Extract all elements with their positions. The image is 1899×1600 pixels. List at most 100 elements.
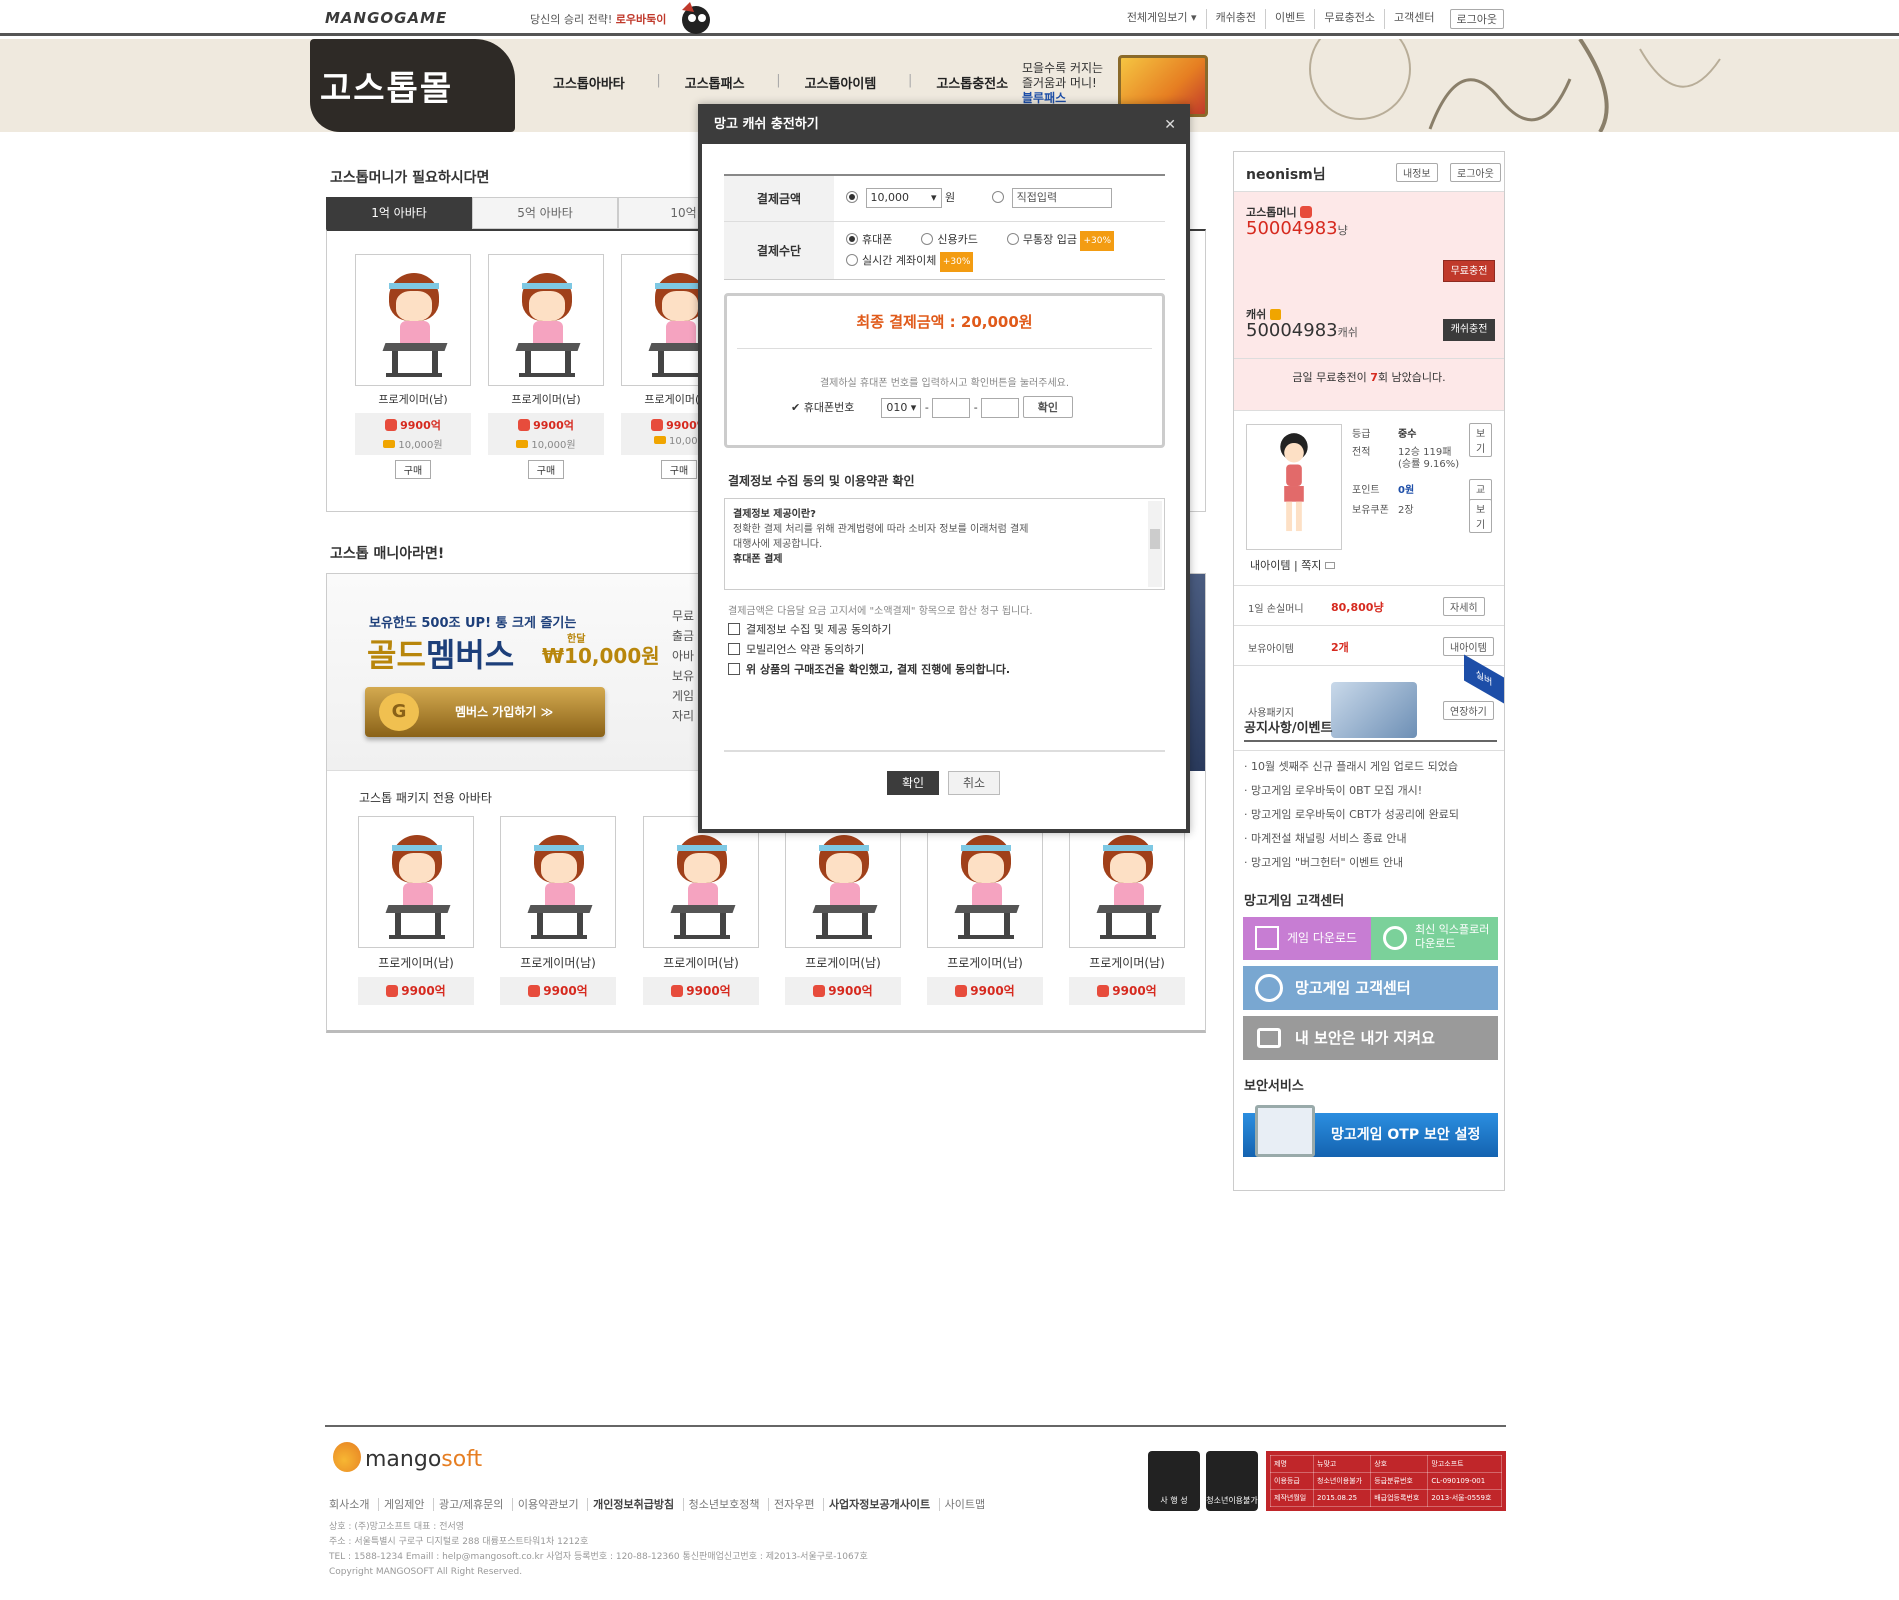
notice-item[interactable]: · 10월 셋째주 신규 플래시 게임 업로드 되었습 [1244,755,1459,779]
footer-link[interactable]: 이용약관보기 [511,1498,584,1511]
amount-select[interactable]: 10,000 ▾ [865,188,942,208]
footer-link[interactable]: 게임제안 [377,1498,430,1511]
blue-pass-ad[interactable]: 모을수록 커지는 즐거움과 머니! 블루패스 [1022,61,1103,106]
footer-link[interactable]: 청소년보호정책 [682,1498,765,1511]
phone-confirm-button[interactable]: 확인 [1022,396,1074,418]
my-items-button[interactable]: 내아이템 [1443,637,1494,656]
explorer-download-button[interactable]: 최신 익스플로러 다운로드 [1371,917,1498,960]
gold-benefits-list: 무료 출금 아바 보유 게임 자리 [672,609,695,723]
nav-gostop-pass[interactable]: 고스톱패스 [685,73,781,92]
promo-text[interactable]: 당신의 승리 전략! 로우바둑이 [530,11,666,27]
footer-link[interactable]: 사이트맵 [938,1498,991,1511]
mail-icon [1324,562,1335,569]
avatar-price: 9900억 [955,984,1015,998]
method-card-radio[interactable] [921,233,934,245]
avatar-image[interactable] [1069,816,1185,948]
nav-gostop-item[interactable]: 고스톱아이템 [805,73,913,92]
panel-logout-button[interactable]: 로그아웃 [1450,163,1501,182]
top-bar: MANGOGAME 당신의 승리 전략! 로우바둑이 전체게임보기 ▾ 캐쉬충전… [0,0,1899,36]
logout-button[interactable]: 로그아웃 [1449,9,1504,29]
footer-link[interactable]: 회사소개 [329,1498,374,1511]
tab-1eok-avatar[interactable]: 1억 아바타 [326,197,472,229]
gostop-mall-logo[interactable]: 고스톱몰 [320,61,453,110]
my-info-button[interactable]: 내정보 [1396,163,1438,182]
grade-view-button[interactable]: 보기 [1469,423,1493,457]
nav-support[interactable]: 고객센터 [1384,9,1443,29]
extend-button[interactable]: 연장하기 [1443,701,1494,720]
cash-charge-button[interactable]: 캐쉬충전 [1443,319,1495,341]
pkg-avatar-item: 프로게이머(남) 9900억 [358,816,474,1005]
money-icon [385,419,398,431]
promo-side-thumbs[interactable] [1189,574,1205,771]
join-members-button[interactable]: G 멤버스 가입하기 ≫ [365,687,605,737]
terms-scrollbar[interactable] [1148,501,1162,587]
nav-event[interactable]: 이벤트 [1265,9,1314,29]
money-box: 고스톱머니 50004983냥 무료충전 캐쉬 50004983캐쉬 캐쉬충전 [1234,192,1504,359]
nav-gostop-avatar[interactable]: 고스톱아바타 [553,73,661,92]
point-row: 포인트0원교환 [1352,479,1493,513]
avatar-image[interactable] [643,816,759,948]
method-phone-radio[interactable] [846,233,858,245]
price-box: 9900억 10,000원 [355,413,471,455]
checkbox[interactable] [728,663,740,675]
avatar-image[interactable] [355,254,471,386]
avatar-image[interactable] [927,816,1043,948]
phone-last-input[interactable] [981,398,1020,418]
free-charge-button[interactable]: 무료충전 [1443,260,1495,282]
tab-5eok-avatar[interactable]: 5억 아바타 [472,197,618,229]
avatar-image[interactable] [358,816,474,948]
pkg-avatar-item: 프로게이머(남) 9900억 [927,816,1043,1005]
cancel-button[interactable]: 취소 [948,771,1000,795]
billing-note: 결제금액은 다음달 요금 고지서에 "소액결제" 항목으로 합산 청구 됩니다. [728,606,1033,617]
mangosoft-logo[interactable]: mangosoft [333,1442,482,1472]
mangogame-logo[interactable]: MANGOGAME [325,9,447,27]
buy-button[interactable]: 구매 [527,460,565,479]
otp-setup-button[interactable]: 망고게임 OTP 보안 설정 [1243,1105,1498,1157]
amount-direct-input[interactable]: 직접입력 [1011,188,1112,208]
avatar-image[interactable] [785,816,901,948]
memo-link[interactable]: 쪽지 [1301,559,1321,572]
buy-button[interactable]: 구매 [660,460,698,479]
buy-button[interactable]: 구매 [394,460,432,479]
notice-item[interactable]: · 망고게임 로우바둑이 0BT 모집 개시! [1244,779,1459,803]
agree-check-1[interactable]: 결제정보 수집 및 제공 동의하기 [728,621,892,637]
username: neonism님 [1246,167,1326,183]
nav-free-charge[interactable]: 무료충전소 [1314,9,1384,29]
coupon-view-button[interactable]: 보기 [1469,499,1493,533]
amount-preset-radio[interactable] [846,191,858,203]
method-bank-radio[interactable] [1006,233,1019,245]
method-transfer-radio[interactable] [846,254,858,266]
customer-center-button[interactable]: 망고게임 고객센터 [1243,966,1498,1010]
amount-direct-radio[interactable] [992,191,1005,203]
notice-item[interactable]: · 마계전설 채널링 서비스 종료 안내 [1244,827,1459,851]
nav-all-games[interactable]: 전체게임보기 ▾ [1118,9,1206,29]
agree-check-2[interactable]: 모빌리언스 약관 동의하기 [728,641,864,657]
security-guide-button[interactable]: 내 보안은 내가 지켜요 [1243,1016,1498,1060]
loss-detail-button[interactable]: 자세히 [1443,597,1485,616]
phone-mid-input[interactable] [932,398,971,418]
confirm-button[interactable]: 확인 [887,771,939,795]
pkg-avatar-title: 고스톱 패키지 전용 아바타 [359,791,492,805]
gostop-money-value: 50004983냥 [1246,218,1348,239]
nav-cash-charge[interactable]: 캐쉬충전 [1205,9,1265,29]
footer-link[interactable]: 전자우편 [767,1498,820,1511]
footer-link[interactable]: 광고/제휴문의 [432,1498,509,1511]
checkbox[interactable] [728,623,740,635]
game-download-button[interactable]: 게임 다운로드 [1243,917,1371,960]
close-icon[interactable]: ✕ [1164,108,1176,142]
footer-links: 회사소개 게임제안 광고/제휴문의 이용약관보기 개인정보취급방침 청소년보호정… [329,1496,991,1512]
footer-link[interactable]: 사업자정보공개사이트 [822,1498,936,1511]
terms-box[interactable]: 결제정보 제공이란? 정확한 결제 처리를 위해 관계법령에 따라 소비자 정보… [724,498,1165,590]
footer-link[interactable]: 개인정보취급방침 [587,1498,680,1511]
notice-item[interactable]: · 망고게임 로우바둑이 CBT가 성공리에 완료되 [1244,803,1459,827]
checkbox[interactable] [728,643,740,655]
character-image[interactable] [1246,424,1342,550]
notice-item[interactable]: · 망고게임 "버그헌터" 이벤트 안내 [1244,851,1459,875]
promo-avatar-icon [682,2,710,34]
agree-check-3[interactable]: 위 상품의 구매조건을 확인했고, 결제 진행에 동의합니다. [728,661,1010,677]
my-items-link[interactable]: 내아이템 [1250,559,1290,572]
phone-prefix-select[interactable]: 010 ▾ [881,398,922,418]
avatar-image[interactable] [500,816,616,948]
agree-title: 결제정보 수집 동의 및 이용약관 확인 [728,474,915,488]
avatar-image[interactable] [488,254,604,386]
